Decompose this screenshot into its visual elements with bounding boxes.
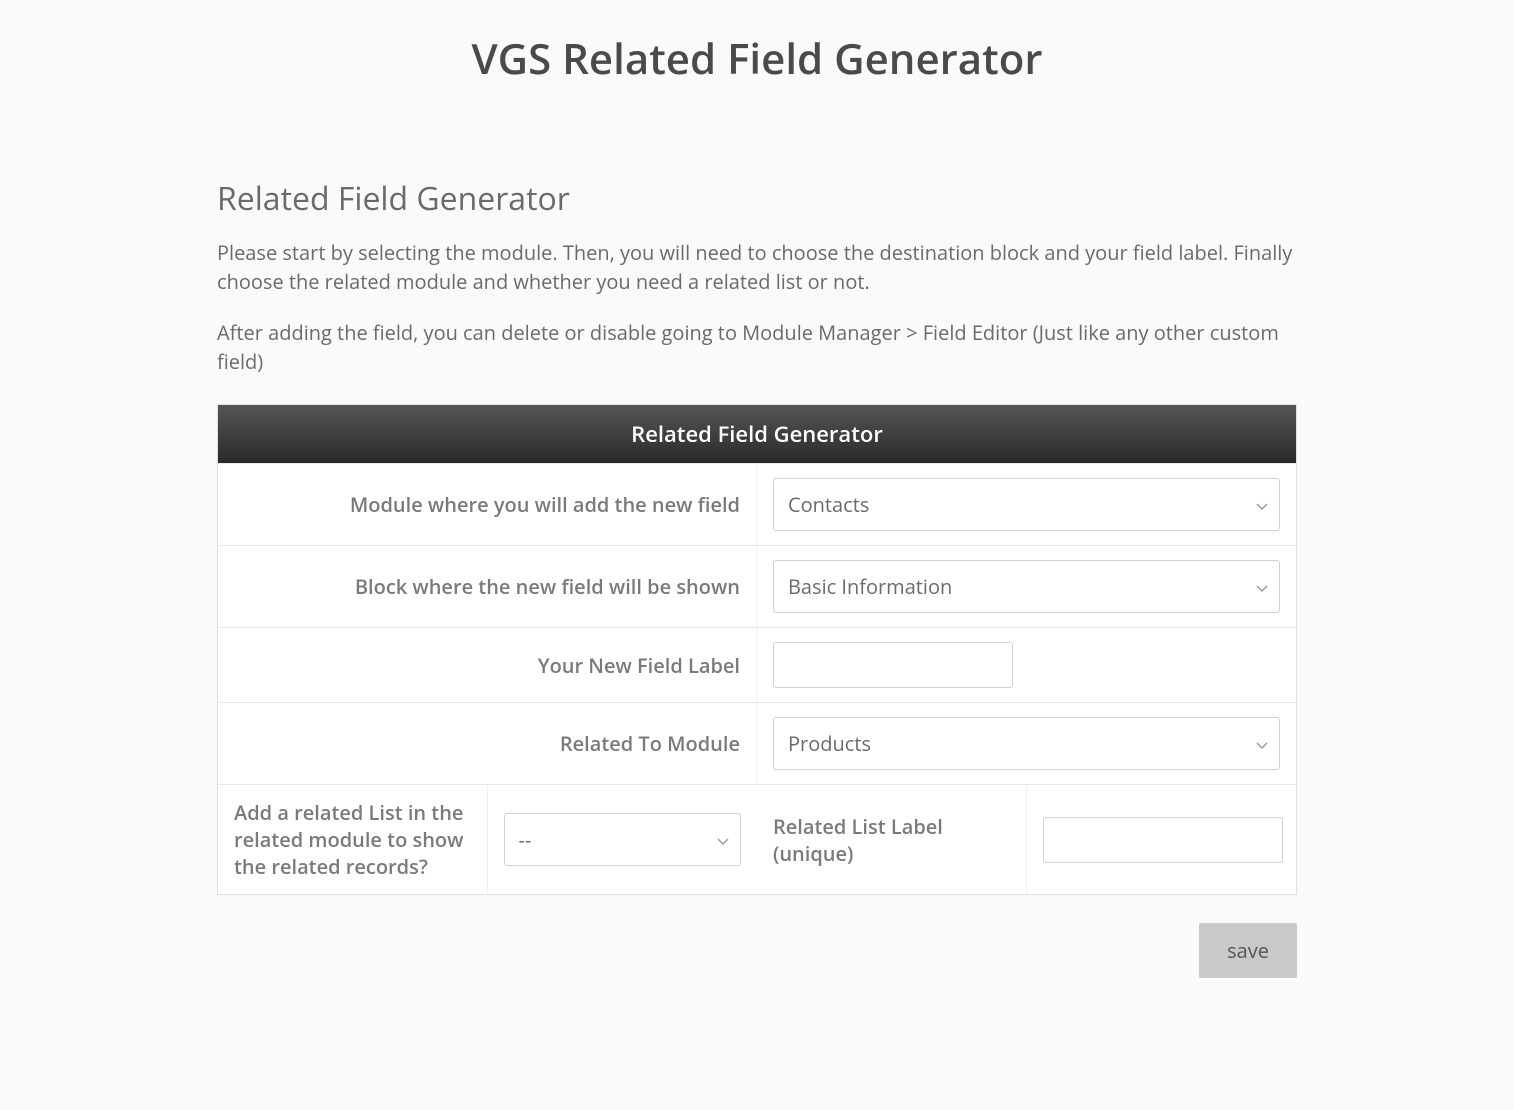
related-to-select[interactable]: Products <box>773 717 1280 770</box>
add-related-list-select[interactable]: -- <box>504 813 742 866</box>
row-related-to: Related To Module Products <box>218 702 1296 784</box>
save-button[interactable]: save <box>1199 923 1297 978</box>
input-cell-module: Contacts <box>757 464 1296 545</box>
input-cell-add-related-list: -- <box>488 785 758 894</box>
label-module: Module where you will add the new field <box>218 464 757 545</box>
input-cell-related-to: Products <box>757 703 1296 784</box>
row-module: Module where you will add the new field … <box>218 463 1296 545</box>
form-table: Related Field Generator Module where you… <box>217 404 1297 895</box>
module-select[interactable]: Contacts <box>773 478 1280 531</box>
page-title: VGS Related Field Generator <box>0 0 1514 97</box>
input-cell-field-label <box>757 628 1296 702</box>
label-related-list-label: Related List Label (unique) <box>757 785 1027 894</box>
label-related-to: Related To Module <box>218 703 757 784</box>
select-wrap-module: Contacts <box>773 478 1280 531</box>
row-related-list: Add a related List in the related module… <box>218 784 1296 894</box>
label-add-related-list: Add a related List in the related module… <box>218 785 488 894</box>
select-wrap-add-related-list: -- <box>504 813 742 866</box>
section-heading: Related Field Generator <box>217 177 1297 220</box>
save-row: save <box>217 923 1297 978</box>
block-select[interactable]: Basic Information <box>773 560 1280 613</box>
row-block: Block where the new field will be shown … <box>218 545 1296 627</box>
label-field-label: Your New Field Label <box>218 628 757 702</box>
field-label-input[interactable] <box>773 642 1013 688</box>
input-cell-block: Basic Information <box>757 546 1296 627</box>
select-wrap-related-to: Products <box>773 717 1280 770</box>
label-block: Block where the new field will be shown <box>218 546 757 627</box>
select-wrap-block: Basic Information <box>773 560 1280 613</box>
form-table-header: Related Field Generator <box>218 405 1296 463</box>
input-cell-related-list-label <box>1027 785 1297 894</box>
intro-paragraph-1: Please start by selecting the module. Th… <box>217 238 1297 296</box>
intro-paragraph-2: After adding the field, you can delete o… <box>217 318 1297 376</box>
main-container: Related Field Generator Please start by … <box>217 177 1297 1018</box>
row-field-label: Your New Field Label <box>218 627 1296 702</box>
related-list-label-input[interactable] <box>1043 817 1283 863</box>
